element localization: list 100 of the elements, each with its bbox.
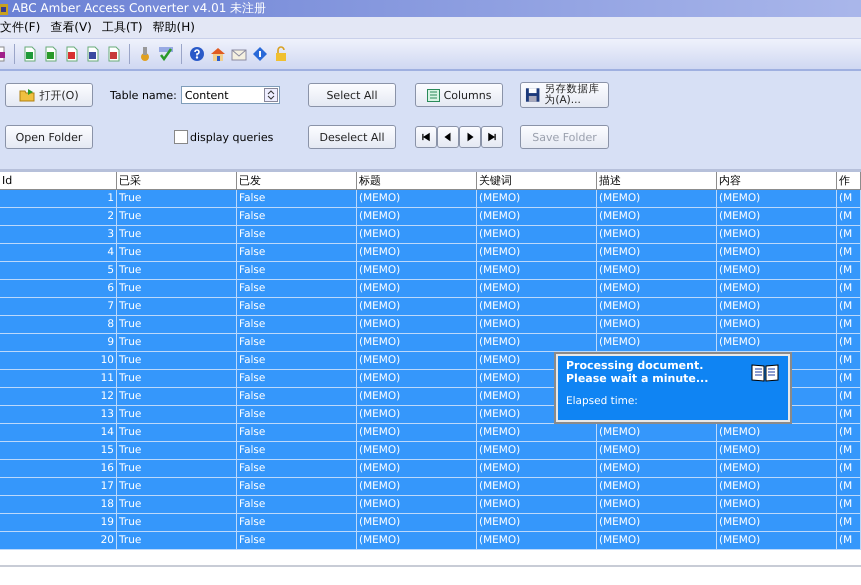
table-cell: (MEMO) — [477, 496, 597, 514]
table-cell: (MEMO) — [357, 316, 477, 334]
table-cell: (MEMO) — [717, 244, 837, 262]
table-cell: (MEMO) — [717, 424, 837, 442]
table-cell: (MEMO) — [597, 478, 717, 496]
table-cell: 14 — [0, 424, 117, 442]
table-cell: False — [237, 496, 357, 514]
deselect-all-button[interactable]: Deselect All — [308, 125, 396, 149]
table-cell: 12 — [0, 388, 117, 406]
table-cell: True — [117, 478, 237, 496]
spinner-icon — [264, 88, 278, 102]
table-cell: False — [237, 406, 357, 424]
columns-button[interactable]: Columns — [415, 83, 503, 107]
table-cell: (MEMO) — [717, 478, 837, 496]
table-cell: (MEMO) — [477, 514, 597, 532]
table-cell: 3 — [0, 226, 117, 244]
table-cell: 6 — [0, 280, 117, 298]
table-cell: (MEMO) — [597, 496, 717, 514]
table-cell: False — [237, 460, 357, 478]
table-cell: (MEMO) — [357, 262, 477, 280]
column-header[interactable]: 关键词 — [477, 172, 597, 190]
table-cell: False — [237, 298, 357, 316]
table-cell: 2 — [0, 208, 117, 226]
table-cell: (MEMO) — [357, 190, 477, 208]
table-cell: (MEMO) — [357, 424, 477, 442]
table-cell: (MEMO) — [597, 532, 717, 550]
next-record-button[interactable] — [459, 126, 481, 148]
open-book-icon — [750, 362, 780, 382]
table-cell: (MEMO) — [357, 298, 477, 316]
open-button[interactable]: 打开(O) — [5, 83, 93, 107]
column-header[interactable]: 已采 — [117, 172, 237, 190]
table-cell: (M — [837, 190, 861, 208]
info-icon[interactable] — [252, 46, 268, 62]
table-cell: (MEMO) — [357, 406, 477, 424]
table-cell: False — [237, 244, 357, 262]
first-record-button[interactable] — [415, 126, 437, 148]
table-cell: True — [117, 460, 237, 478]
table-cell: False — [237, 226, 357, 244]
open-folder-button[interactable]: Open Folder — [5, 125, 93, 149]
table-cell: (M — [837, 334, 861, 352]
table-cell: True — [117, 280, 237, 298]
right-triangle-icon — [465, 132, 475, 142]
home-icon[interactable] — [210, 46, 226, 62]
table-cell: False — [237, 370, 357, 388]
table-cell: (MEMO) — [477, 190, 597, 208]
pdf-icon[interactable] — [64, 46, 80, 62]
column-header[interactable]: Id — [0, 172, 117, 190]
table-cell: True — [117, 442, 237, 460]
table-cell: (MEMO) — [717, 442, 837, 460]
column-header[interactable]: 描述 — [597, 172, 717, 190]
select-all-button[interactable]: Select All — [308, 83, 396, 107]
menu-item[interactable]: 查看(V) — [50, 19, 92, 36]
spell-check-icon[interactable] — [158, 46, 174, 62]
skip-first-icon — [421, 132, 431, 142]
document-icon[interactable] — [0, 46, 7, 62]
menu-item[interactable]: 帮助(H) — [152, 19, 195, 36]
table-cell: (MEMO) — [357, 226, 477, 244]
table-cell: (MEMO) — [597, 226, 717, 244]
table-cell: (MEMO) — [717, 316, 837, 334]
rtf-icon[interactable] — [106, 46, 122, 62]
column-header[interactable]: 内容 — [717, 172, 837, 190]
previous-record-button[interactable] — [437, 126, 459, 148]
table-cell: (MEMO) — [357, 352, 477, 370]
table-cell: (M — [837, 370, 861, 388]
app-icon — [0, 2, 8, 16]
table-cell: (M — [837, 442, 861, 460]
help-icon[interactable] — [189, 46, 205, 62]
table-cell: (MEMO) — [597, 262, 717, 280]
table-cell: True — [117, 496, 237, 514]
table-cell: (M — [837, 316, 861, 334]
table-cell: False — [237, 388, 357, 406]
menu-item[interactable]: 工具(T) — [102, 19, 143, 36]
display-queries-checkbox[interactable] — [174, 130, 188, 144]
save-database-button[interactable]: 另存数据库为(A)... — [520, 82, 609, 108]
table-select[interactable]: Content — [180, 86, 280, 104]
last-record-button[interactable] — [481, 126, 503, 148]
export-icon[interactable] — [43, 46, 59, 62]
table-cell: (MEMO) — [597, 298, 717, 316]
table-cell: (MEMO) — [717, 208, 837, 226]
table-cell: 9 — [0, 334, 117, 352]
skip-last-icon — [487, 132, 497, 142]
column-header[interactable]: 标题 — [357, 172, 477, 190]
column-header[interactable]: 作 — [837, 172, 861, 190]
table-cell: (M — [837, 208, 861, 226]
table-cell: (MEMO) — [717, 298, 837, 316]
table-cell: True — [117, 262, 237, 280]
table-cell: 10 — [0, 352, 117, 370]
table-cell: False — [237, 280, 357, 298]
table-cell: (M — [837, 496, 861, 514]
menu-item[interactable]: 文件(F) — [0, 19, 40, 36]
table-cell: (MEMO) — [477, 532, 597, 550]
table-cell: (MEMO) — [357, 244, 477, 262]
table-cell: (MEMO) — [357, 280, 477, 298]
table-cell: (MEMO) — [717, 532, 837, 550]
columns-icon — [426, 88, 440, 102]
table-cell: (MEMO) — [357, 208, 477, 226]
spreadsheet-icon[interactable] — [22, 46, 38, 62]
table-cell: True — [117, 244, 237, 262]
html-icon[interactable] — [85, 46, 101, 62]
column-header[interactable]: 已发 — [237, 172, 357, 190]
